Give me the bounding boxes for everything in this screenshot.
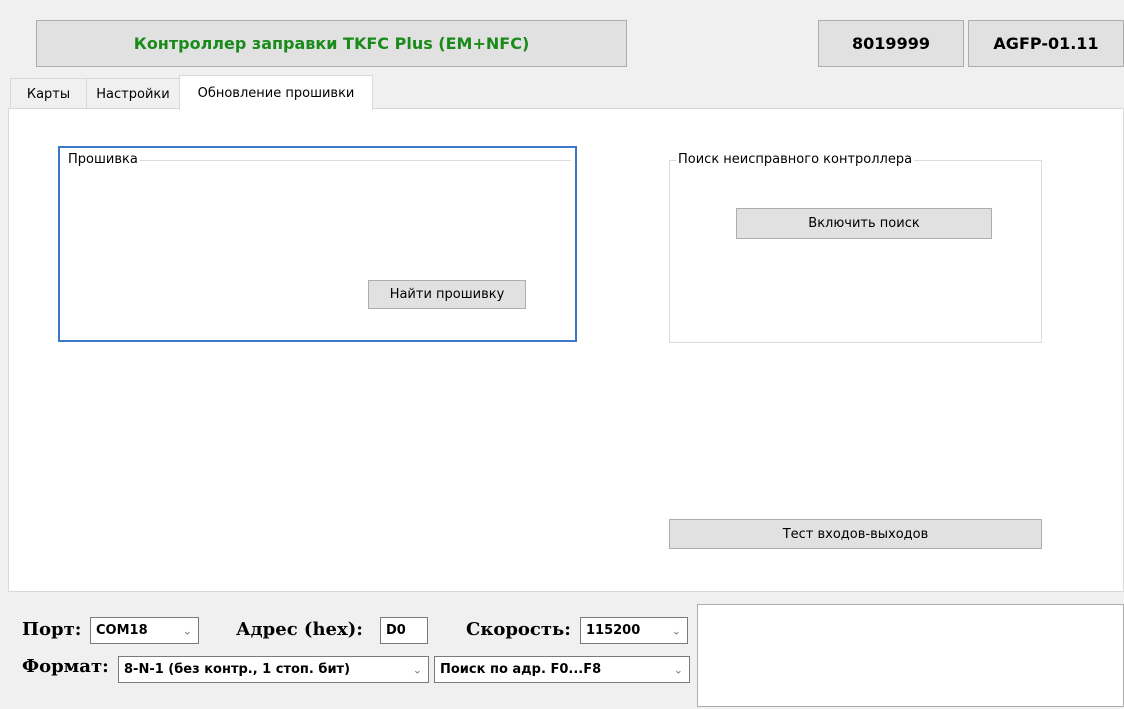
search-mode-value: Поиск по адр. F0...F8	[440, 662, 602, 677]
firmware-group-legend: Прошивка	[66, 152, 140, 168]
chevron-down-icon: ⌄	[412, 663, 422, 676]
port-value: COM18	[96, 623, 148, 638]
find-firmware-button[interactable]: Найти прошивку	[368, 280, 526, 309]
format-select[interactable]: 8-N-1 (без контр., 1 стоп. бит) ⌄	[118, 656, 429, 683]
search-controller-group: Поиск неисправного контроллера Включить …	[669, 152, 1042, 343]
search-mode-select[interactable]: Поиск по адр. F0...F8 ⌄	[434, 656, 690, 683]
port-select[interactable]: COM18 ⌄	[90, 617, 199, 644]
speed-label: Скорость:	[466, 619, 571, 640]
tab-firmware-update[interactable]: Обновление прошивки	[179, 75, 373, 110]
search-group-legend: Поиск неисправного контроллера	[676, 152, 915, 168]
format-value: 8-N-1 (без контр., 1 стоп. бит)	[124, 662, 351, 677]
port-label: Порт:	[22, 619, 82, 640]
speed-select[interactable]: 115200 ⌄	[580, 617, 688, 644]
tab-settings[interactable]: Настройки	[86, 78, 180, 109]
enable-search-button[interactable]: Включить поиск	[736, 208, 992, 239]
address-value: D0	[386, 623, 406, 638]
address-input[interactable]: D0	[380, 617, 428, 644]
chevron-down-icon: ⌄	[673, 663, 683, 676]
log-output-box[interactable]	[697, 604, 1124, 707]
format-label: Формат:	[22, 656, 109, 677]
title-button[interactable]: Контроллер заправки TKFC Plus (EM+NFC)	[36, 20, 627, 67]
firmware-group: Прошивка Найти прошивку	[58, 146, 577, 342]
tab-cards[interactable]: Карты	[10, 78, 87, 109]
speed-value: 115200	[586, 623, 641, 638]
serial-button[interactable]: 8019999	[818, 20, 964, 67]
chevron-down-icon: ⌄	[182, 624, 192, 637]
chevron-down-icon: ⌄	[671, 624, 681, 637]
address-label: Адрес (hex):	[236, 619, 363, 640]
io-test-button[interactable]: Тест входов-выходов	[669, 519, 1042, 549]
version-button[interactable]: AGFP-01.11	[968, 20, 1124, 67]
